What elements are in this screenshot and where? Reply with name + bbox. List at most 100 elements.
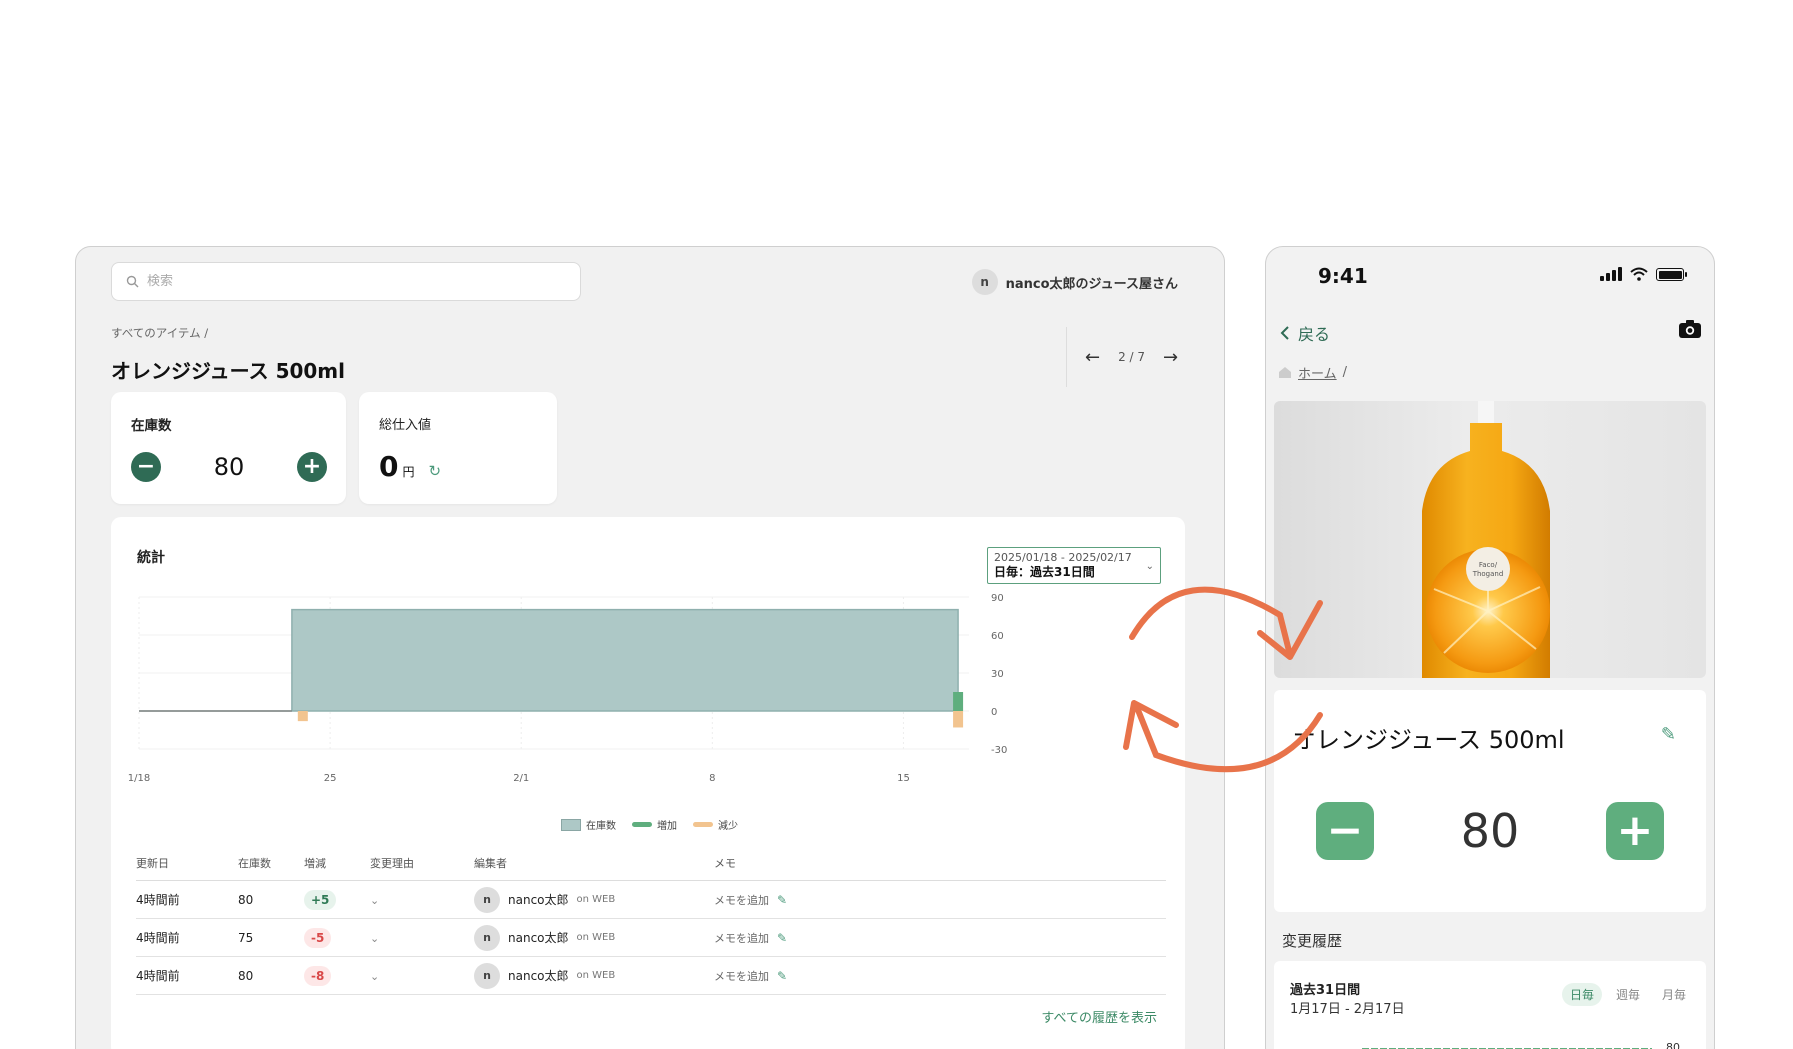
mobile-decrement-button[interactable]: − — [1316, 802, 1374, 860]
row-change-cell: +5 — [304, 880, 370, 919]
bar-decrease[interactable] — [953, 711, 964, 728]
signal-icon — [1600, 267, 1622, 281]
add-memo-button[interactable]: メモを追加 ✎ — [714, 968, 1166, 984]
row-date: 4時間前 — [136, 918, 238, 957]
legend-item-decrease[interactable]: 減少 — [693, 817, 738, 832]
prev-item-button[interactable]: ← — [1085, 347, 1100, 368]
user-menu[interactable]: n nanco太郎のジュース屋さん — [971, 269, 1178, 295]
row-date: 4時間前 — [136, 956, 238, 995]
period-label: 過去31日間 — [1290, 983, 1361, 998]
table-row[interactable]: 4時間前 80 -8 ⌄ n nanco太郎 on WEB メモを追加 ✎ — [136, 956, 1166, 995]
legend-label-stock: 在庫数 — [586, 821, 616, 832]
period-tabs: 日毎 週毎 月毎 — [1561, 983, 1694, 1006]
legend-swatch-increase — [632, 822, 652, 827]
page-title: オレンジジュース 500ml — [111, 359, 346, 383]
camera-icon[interactable] — [1678, 319, 1702, 339]
status-time: 9:41 — [1318, 264, 1368, 288]
editor-source: on WEB — [576, 932, 616, 943]
back-button[interactable]: 戻る — [1280, 321, 1330, 345]
col-header-memo: メモ — [714, 847, 1166, 881]
add-memo-label: メモを追加 — [714, 893, 769, 907]
col-header-reason: 変更理由 — [370, 847, 474, 881]
tab-daily[interactable]: 日毎 — [1561, 983, 1602, 1006]
editor-name: nanco太郎 — [508, 893, 569, 907]
edit-icon[interactable]: ✎ — [777, 931, 787, 945]
mobile-history-card: 過去31日間 1月17日 - 2月17日 日毎 週毎 月毎 80 — [1274, 961, 1706, 1049]
y-tick-label: 90 — [991, 593, 1004, 604]
col-header-stock: 在庫数 — [238, 847, 304, 881]
search-bar[interactable] — [111, 262, 581, 301]
increment-button[interactable]: + — [296, 452, 327, 482]
breadcrumb[interactable]: すべてのアイテム / — [111, 325, 208, 341]
decrement-button[interactable]: − — [131, 452, 161, 482]
editor-source: on WEB — [576, 970, 616, 981]
chevron-down-icon[interactable]: ⌄ — [370, 932, 379, 945]
avatar: n — [971, 269, 998, 295]
avatar: n — [474, 924, 500, 951]
y-tick-label: 0 — [991, 707, 997, 718]
y-tick-label: 30 — [991, 669, 1004, 680]
x-tick-label: 25 — [324, 773, 337, 784]
add-memo-button[interactable]: メモを追加 ✎ — [714, 892, 1166, 908]
chevron-down-icon[interactable]: ⌄ — [370, 894, 379, 907]
next-item-button[interactable]: → — [1163, 347, 1178, 368]
row-editor-cell: n nanco太郎 on WEB — [474, 956, 714, 995]
row-change-cell: -8 — [304, 956, 370, 995]
col-header-date: 更新日 — [136, 847, 238, 881]
series-area-stock[interactable] — [139, 608, 959, 712]
desktop-window: n nanco太郎のジュース屋さん すべてのアイテム / オレンジジュース 50… — [75, 246, 1225, 1049]
user-name: nanco太郎のジュース屋さん — [1005, 276, 1178, 292]
bar-decrease[interactable] — [297, 711, 308, 722]
chart-legend: 在庫数 増加 減少 — [561, 817, 738, 832]
sync-arrows — [1123, 586, 1323, 773]
row-editor-cell: n nanco太郎 on WEB — [474, 918, 714, 957]
period-range: 1月17日 - 2月17日 — [1290, 1002, 1405, 1017]
legend-item-increase[interactable]: 増加 — [632, 817, 677, 832]
mobile-stock-stepper: − 80 + — [1316, 802, 1664, 860]
bar-increase[interactable] — [953, 692, 964, 711]
edit-icon[interactable]: ✎ — [777, 893, 787, 907]
change-badge: -8 — [304, 965, 332, 986]
product-label-line2: Thogand — [1472, 570, 1504, 578]
row-memo-cell: メモを追加 ✎ — [714, 956, 1166, 995]
table-row[interactable]: 4時間前 80 +5 ⌄ n nanco太郎 on WEB メモを追加 ✎ — [136, 880, 1166, 919]
stock-chart: 90 60 30 0 -30 1/18 25 2/1 8 15 — [128, 593, 1008, 784]
stock-card: 在庫数 − 80 + — [111, 392, 346, 504]
wifi-icon — [1630, 267, 1648, 281]
search-input[interactable] — [147, 274, 547, 289]
pager-label: 2 / 7 — [1118, 350, 1146, 364]
row-editor: n nanco太郎 on WEB — [474, 924, 714, 951]
add-memo-label: メモを追加 — [714, 969, 769, 983]
avatar: n — [474, 886, 500, 913]
change-badge: -5 — [304, 927, 332, 948]
show-all-history-link[interactable]: すべての履歴を表示 — [1041, 1007, 1157, 1026]
change-badge: +5 — [304, 889, 337, 910]
row-date: 4時間前 — [136, 880, 238, 919]
sync-arrow-top-icon — [1129, 586, 1293, 658]
mobile-history-heading: 変更履歴 — [1282, 932, 1343, 950]
row-reason-select[interactable]: ⌄ — [370, 880, 474, 919]
col-header-editor: 編集者 — [474, 847, 714, 881]
row-memo-cell: メモを追加 ✎ — [714, 918, 1166, 957]
search-icon — [126, 275, 139, 288]
mini-chart-label: 80 — [1666, 1041, 1680, 1049]
tab-weekly[interactable]: 週毎 — [1608, 983, 1648, 1006]
history-header-row: 更新日 在庫数 増減 変更理由 編集者 メモ — [136, 847, 1166, 881]
table-row[interactable]: 4時間前 75 -5 ⌄ n nanco太郎 on WEB メモを追加 ✎ — [136, 918, 1166, 957]
mobile-increment-button[interactable]: + — [1605, 802, 1664, 860]
add-memo-label: メモを追加 — [714, 931, 769, 945]
y-tick-label: 60 — [991, 631, 1004, 642]
pencil-icon[interactable]: ✎ — [1661, 724, 1676, 745]
row-reason-select[interactable]: ⌄ — [370, 956, 474, 995]
breadcrumb-home-link[interactable]: ホーム — [1298, 363, 1337, 382]
chevron-down-icon[interactable]: ⌄ — [370, 970, 379, 983]
add-memo-button[interactable]: メモを追加 ✎ — [714, 930, 1166, 946]
refresh-icon[interactable]: ↻ — [429, 462, 442, 480]
edit-icon[interactable]: ✎ — [777, 969, 787, 983]
stats-title: 統計 — [137, 550, 165, 566]
tab-monthly[interactable]: 月毎 — [1654, 983, 1694, 1006]
row-editor: n nanco太郎 on WEB — [474, 886, 714, 913]
row-reason-select[interactable]: ⌄ — [370, 918, 474, 957]
legend-item-stock[interactable]: 在庫数 — [561, 817, 616, 832]
breadcrumb-separator: / — [1342, 365, 1348, 380]
